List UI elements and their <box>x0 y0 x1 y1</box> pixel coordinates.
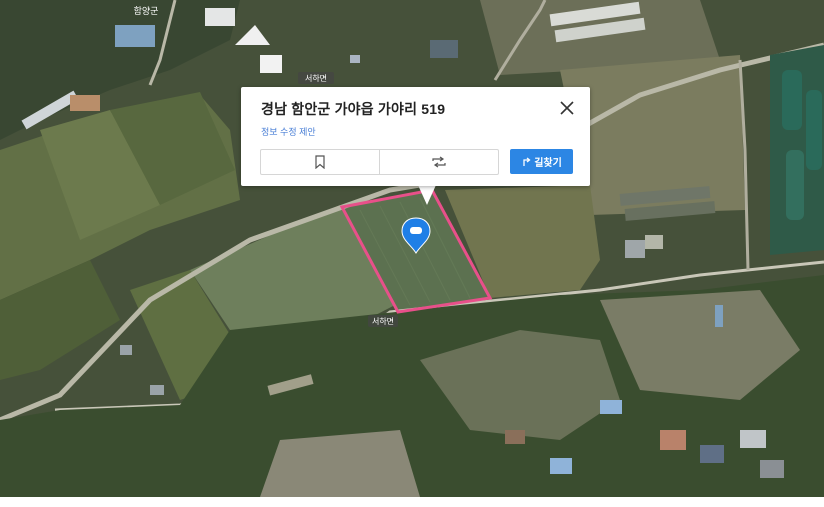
svg-text:서하면: 서하면 <box>372 316 394 326</box>
bottom-strip <box>0 497 824 507</box>
address-popup: 경남 함안군 가야읍 가야리 519 정보 수정 제안 길찾기 <box>241 87 590 186</box>
svg-text:서하면: 서하면 <box>305 73 327 83</box>
close-icon[interactable] <box>558 99 576 117</box>
share-icon <box>432 156 446 168</box>
share-button[interactable] <box>379 150 498 174</box>
road-label-mid: 서하면 <box>368 315 398 327</box>
suggest-edit-link[interactable]: 정보 수정 제안 <box>261 125 316 138</box>
route-arrow-icon <box>523 156 531 166</box>
poi-label: 함양군 <box>134 6 159 16</box>
popup-pointer <box>418 185 436 205</box>
svg-text:함양군: 함양군 <box>134 6 159 16</box>
road-label-top: 서하면 <box>298 72 334 84</box>
bookmark-icon <box>315 155 325 169</box>
address-title: 경남 함안군 가야읍 가야리 519 <box>261 101 446 117</box>
directions-button[interactable]: 길찾기 <box>510 149 573 174</box>
save-button[interactable] <box>261 150 379 174</box>
action-button-group <box>260 149 499 175</box>
satellite-map[interactable]: 서하면 서하면 함양군 <box>0 0 824 497</box>
directions-label: 길찾기 <box>534 158 562 169</box>
